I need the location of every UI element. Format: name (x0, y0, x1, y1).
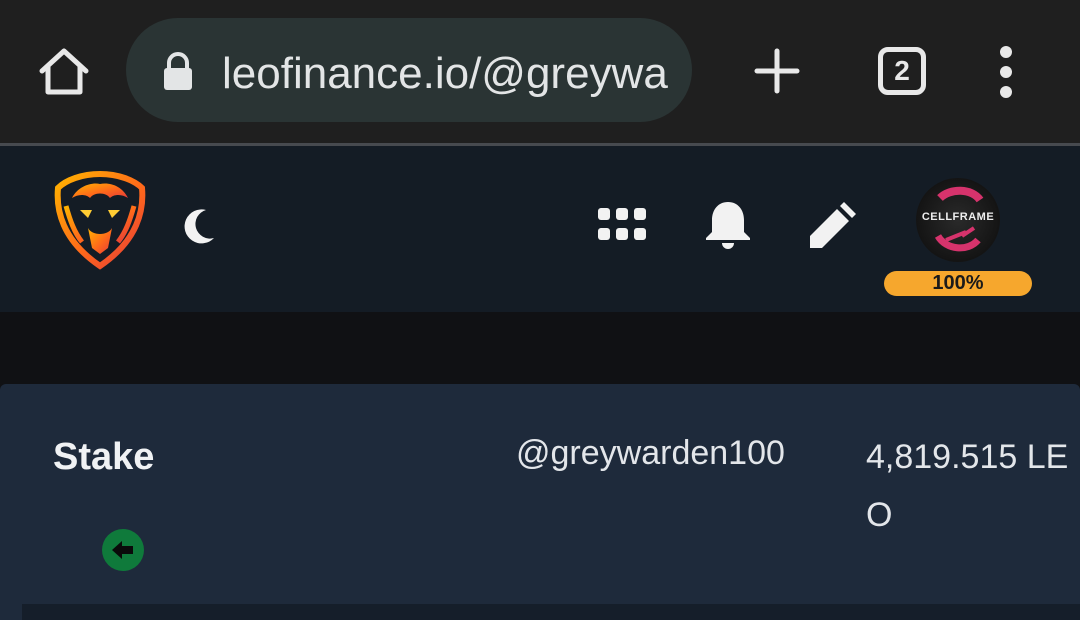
username-link[interactable]: @greywarden100 (516, 431, 785, 475)
home-icon (39, 48, 89, 95)
arrow-left-icon (112, 541, 133, 559)
moon-icon[interactable] (176, 204, 220, 248)
page-title: Stake (53, 436, 155, 478)
more-vert-icon (1000, 46, 1012, 98)
avatar[interactable]: CELLFRAME (916, 178, 1000, 262)
new-tab-button[interactable] (752, 46, 802, 96)
page-spacer (0, 312, 1080, 384)
stake-amount: 4,819.515 LEO (866, 438, 1069, 534)
leo-lion-logo[interactable] (52, 170, 148, 270)
card-footer-strip (22, 604, 1080, 620)
url-text[interactable]: leofinance.io/@greywa (222, 46, 672, 102)
tab-switcher-button[interactable]: 2 (878, 47, 926, 95)
apps-grid-icon[interactable] (598, 208, 646, 242)
home-button[interactable] (36, 44, 92, 100)
bell-icon[interactable] (704, 198, 752, 250)
more-menu-button[interactable] (992, 44, 1020, 100)
lock-icon (160, 52, 196, 92)
plus-icon (754, 48, 800, 94)
back-button[interactable] (102, 529, 144, 571)
avatar-label: CELLFRAME (921, 211, 995, 223)
pencil-icon[interactable] (806, 198, 860, 252)
voting-power-badge: 100% (884, 271, 1032, 296)
